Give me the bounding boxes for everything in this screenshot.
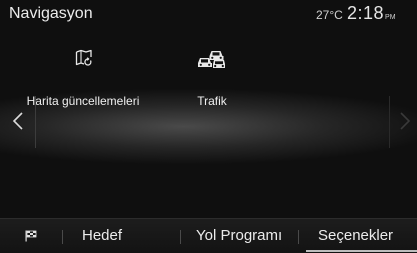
map-update-icon	[75, 49, 93, 72]
destination-flag-button[interactable]	[0, 219, 62, 253]
chevron-left-icon	[12, 111, 24, 136]
temperature-readout: 27°C	[316, 8, 343, 22]
divider	[35, 96, 36, 148]
tab-route-program-label: Yol Programı	[196, 227, 283, 244]
traffic-label: Trafik	[197, 94, 227, 108]
tab-options-label: Seçenekler	[318, 227, 394, 244]
clock: 2:18PM	[347, 3, 396, 25]
bottom-tab-bar: Hedef Yol Programı Seçenekler	[0, 218, 417, 253]
checkered-flag-icon	[25, 229, 37, 247]
clock-ampm: PM	[385, 14, 396, 21]
tab-route-program[interactable]: Yol Programı	[180, 219, 298, 253]
next-page-button[interactable]	[389, 96, 417, 148]
tab-options[interactable]: Seçenekler	[298, 219, 417, 253]
previous-page-button[interactable]	[0, 96, 36, 148]
traffic-button[interactable]: Trafik	[172, 42, 252, 112]
tab-destination-label: Hedef	[82, 227, 123, 244]
traffic-cars-icon	[196, 49, 226, 74]
chevron-right-icon	[399, 111, 411, 136]
selected-tab-indicator	[306, 250, 417, 252]
divider	[389, 96, 390, 148]
clock-time: 2:18	[347, 3, 385, 23]
page-title: Navigasyon	[9, 5, 93, 22]
navigation-screen: Navigasyon 27°C 2:18PM Harita güncelleme…	[0, 0, 417, 253]
tab-destination[interactable]: Hedef	[62, 219, 180, 253]
status-bar: Navigasyon 27°C 2:18PM	[0, 0, 417, 30]
